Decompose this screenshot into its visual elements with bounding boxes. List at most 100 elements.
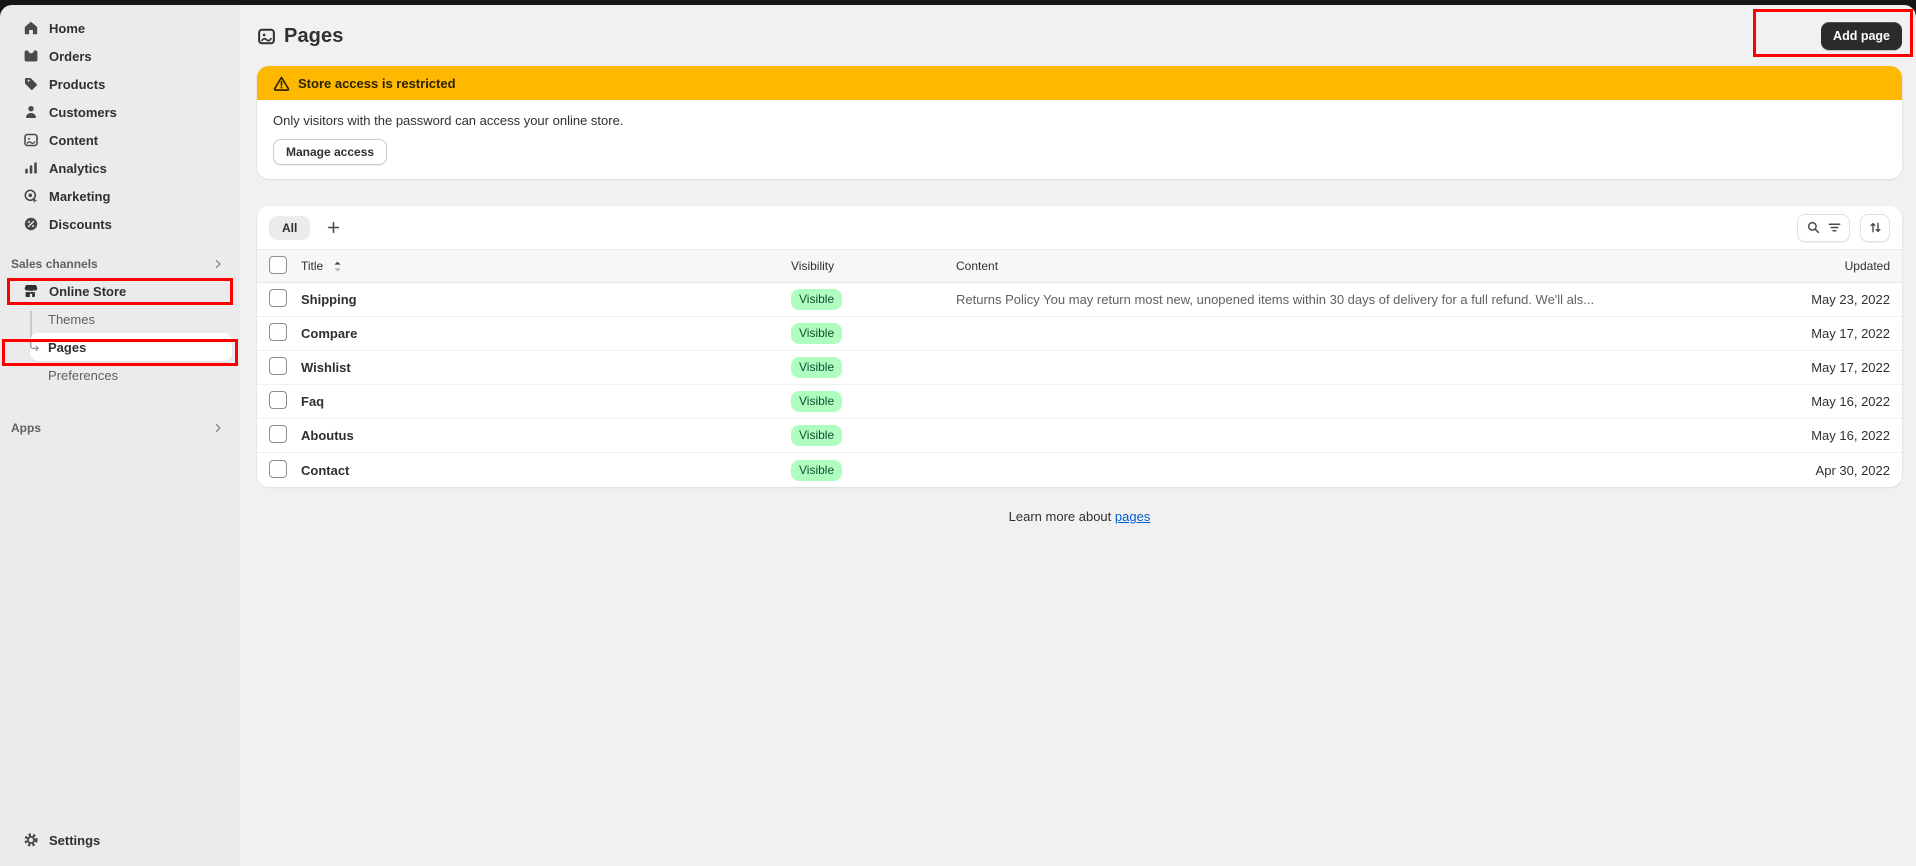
table-row[interactable]: Contact Visible Apr 30, 2022	[257, 453, 1902, 487]
sidebar-item-label: Discounts	[49, 217, 112, 232]
sidebar-item-orders[interactable]: Orders	[0, 42, 240, 70]
filter-icon	[1826, 220, 1842, 236]
sidebar: Home Orders Products Customers	[0, 5, 240, 866]
add-page-button[interactable]: Add page	[1821, 22, 1902, 50]
orders-icon	[23, 48, 39, 64]
add-view-icon[interactable]	[320, 215, 346, 241]
column-header-visibility[interactable]: Visibility	[791, 259, 956, 273]
analytics-icon	[23, 160, 39, 176]
row-title: Contact	[301, 463, 791, 478]
row-title: Compare	[301, 326, 791, 341]
sidebar-item-label: Products	[49, 77, 105, 92]
sidebar-item-analytics[interactable]: Analytics	[0, 154, 240, 182]
status-badge: Visible	[791, 425, 842, 446]
row-title: Aboutus	[301, 428, 791, 443]
sidebar-item-label: Marketing	[49, 189, 110, 204]
sidebar-item-products[interactable]: Products	[0, 70, 240, 98]
marketing-icon	[23, 188, 39, 204]
status-badge: Visible	[791, 323, 842, 344]
status-badge: Visible	[791, 357, 842, 378]
sidebar-item-label: Pages	[48, 340, 86, 355]
row-checkbox[interactable]	[269, 289, 287, 307]
sidebar-item-label: Preferences	[48, 368, 118, 383]
row-checkbox[interactable]	[269, 323, 287, 341]
page-title: Pages	[284, 25, 343, 48]
table-row[interactable]: Shipping Visible Returns Policy You may …	[257, 283, 1902, 317]
tab-all[interactable]: All	[269, 216, 310, 240]
pages-table-card: All	[257, 206, 1902, 487]
sidebar-item-discounts[interactable]: Discounts	[0, 210, 240, 238]
select-all-checkbox[interactable]	[269, 256, 287, 274]
sidebar-item-pages[interactable]: Pages	[30, 333, 232, 361]
column-header-updated[interactable]: Updated	[1740, 259, 1890, 273]
sidebar-item-label: Orders	[49, 49, 92, 64]
row-content: Returns Policy You may return most new, …	[956, 292, 1740, 307]
pages-help-link[interactable]: pages	[1115, 509, 1150, 524]
sidebar-item-label: Content	[49, 133, 98, 148]
column-header-title[interactable]: Title	[301, 259, 323, 273]
search-icon	[1805, 220, 1821, 236]
row-updated: May 17, 2022	[1740, 326, 1890, 341]
status-badge: Visible	[791, 460, 842, 481]
sub-arrow-icon	[26, 339, 42, 355]
table-row[interactable]: Faq Visible May 16, 2022	[257, 385, 1902, 419]
banner-text: Only visitors with the password can acce…	[273, 113, 1886, 128]
sort-button[interactable]	[1860, 214, 1890, 242]
table-row[interactable]: Compare Visible May 17, 2022	[257, 317, 1902, 351]
home-icon	[23, 20, 39, 36]
manage-access-button[interactable]: Manage access	[273, 139, 387, 165]
sort-carets-icon	[329, 258, 345, 274]
page-icon	[257, 27, 276, 46]
row-title: Wishlist	[301, 360, 791, 375]
table-header-row: Title Visibility Content Updated	[257, 249, 1902, 283]
sidebar-item-label: Online Store	[49, 284, 126, 299]
banner-body: Only visitors with the password can acce…	[257, 100, 1902, 179]
discounts-icon	[23, 216, 39, 232]
sidebar-item-content[interactable]: Content	[0, 126, 240, 154]
row-title: Faq	[301, 394, 791, 409]
sales-channels-header[interactable]: Sales channels	[0, 251, 240, 277]
sidebar-item-label: Themes	[48, 312, 95, 327]
store-icon	[23, 283, 39, 299]
sidebar-item-label: Home	[49, 21, 85, 36]
content-icon	[23, 132, 39, 148]
sidebar-item-label: Analytics	[49, 161, 107, 176]
sidebar-item-settings[interactable]: Settings	[0, 826, 240, 854]
sidebar-item-customers[interactable]: Customers	[0, 98, 240, 126]
sidebar-item-marketing[interactable]: Marketing	[0, 182, 240, 210]
page-header: Pages Add page	[257, 5, 1902, 61]
status-badge: Visible	[791, 391, 842, 412]
store-access-banner: Store access is restricted Only visitors…	[257, 66, 1902, 179]
sort-icon	[1867, 220, 1883, 236]
warning-icon	[273, 75, 289, 91]
banner-header: Store access is restricted	[257, 66, 1902, 100]
table-row[interactable]: Wishlist Visible May 17, 2022	[257, 351, 1902, 385]
row-title: Shipping	[301, 292, 791, 307]
search-filter-button[interactable]	[1797, 214, 1850, 242]
sidebar-item-preferences[interactable]: Preferences	[0, 361, 240, 389]
row-checkbox[interactable]	[269, 391, 287, 409]
apps-header[interactable]: Apps	[0, 415, 240, 441]
learn-more-footer: Learn more about pages	[257, 509, 1902, 524]
sidebar-nav: Home Orders Products Customers	[0, 5, 240, 238]
main-content: Pages Add page Store access is restricte…	[240, 5, 1916, 866]
sidebar-item-online-store[interactable]: Online Store	[0, 277, 240, 305]
row-updated: May 17, 2022	[1740, 360, 1890, 375]
table-tabbar: All	[257, 206, 1902, 249]
table-row[interactable]: Aboutus Visible May 16, 2022	[257, 419, 1902, 453]
row-checkbox[interactable]	[269, 460, 287, 478]
row-checkbox[interactable]	[269, 425, 287, 443]
sidebar-item-home[interactable]: Home	[0, 14, 240, 42]
status-badge: Visible	[791, 289, 842, 310]
column-header-content[interactable]: Content	[956, 259, 1740, 273]
sidebar-item-themes[interactable]: Themes	[0, 305, 240, 333]
banner-title: Store access is restricted	[298, 76, 456, 91]
row-updated: May 16, 2022	[1740, 394, 1890, 409]
chevron-right-icon	[210, 420, 226, 436]
row-checkbox[interactable]	[269, 357, 287, 375]
sidebar-item-label: Customers	[49, 105, 117, 120]
chevron-right-icon	[210, 256, 226, 272]
row-updated: May 16, 2022	[1740, 428, 1890, 443]
sidebar-item-label: Settings	[49, 833, 100, 848]
app-frame: Home Orders Products Customers	[0, 5, 1916, 866]
